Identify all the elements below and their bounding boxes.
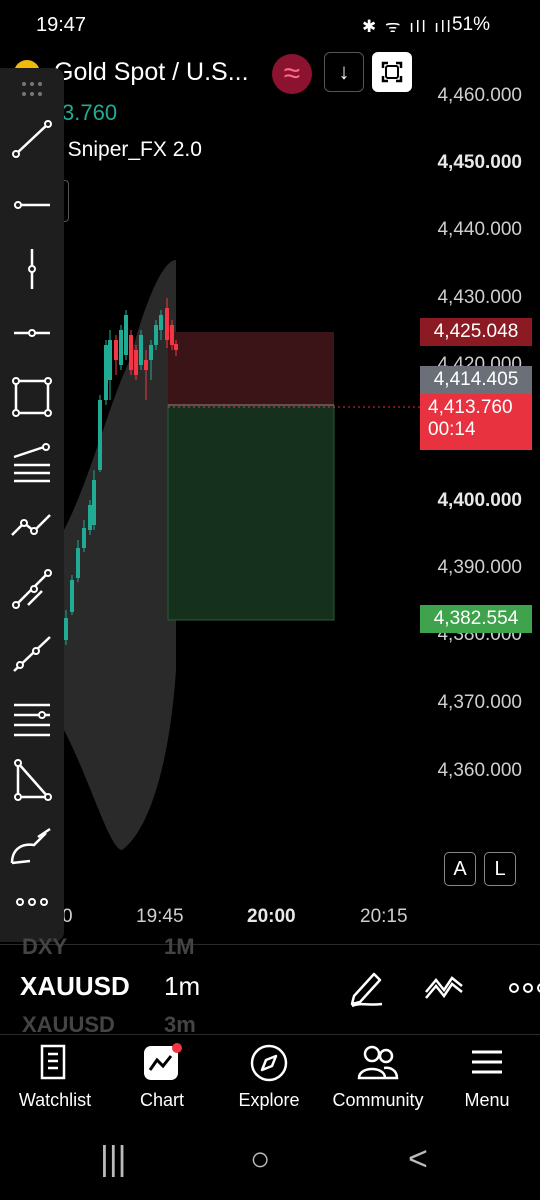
hamburger-icon	[472, 1050, 502, 1074]
candle-body	[114, 340, 118, 360]
candle-body	[129, 335, 133, 370]
more-icon[interactable]	[504, 974, 540, 1002]
candle-body	[64, 618, 68, 640]
chart-icon	[144, 1043, 182, 1080]
price-label: 4,460.000	[437, 85, 522, 106]
triangle-icon[interactable]	[8, 757, 56, 805]
log-scale-button[interactable]: L	[484, 852, 516, 886]
risk-zone	[168, 332, 334, 405]
fullscreen-button[interactable]	[372, 52, 412, 92]
people-icon	[357, 1045, 399, 1080]
fib-icon[interactable]	[8, 565, 56, 613]
take-profit-badge[interactable]: 4,382.554	[420, 605, 532, 633]
nav-menu-label: Menu	[464, 1090, 510, 1110]
candle-body	[149, 345, 153, 360]
ray-icon[interactable]	[8, 629, 56, 677]
price-label: 4,430.000	[437, 287, 522, 308]
nav-explore-label: Explore	[238, 1090, 300, 1110]
indicators-icon[interactable]	[422, 966, 466, 1008]
download-button[interactable]: ↓	[324, 52, 364, 92]
candle-body	[76, 548, 80, 578]
status-time: 19:47	[36, 14, 87, 36]
price-label: 4,370.000	[437, 692, 522, 713]
candle-body	[119, 330, 123, 365]
nav-community-label: Community	[332, 1090, 424, 1110]
more-tools-icon[interactable]	[8, 888, 56, 918]
vertical-line-icon[interactable]	[8, 245, 56, 293]
entry-price-badge[interactable]: 4,414.405	[420, 366, 532, 394]
candle-body	[154, 325, 158, 345]
trend-line-icon[interactable]	[8, 116, 56, 164]
current-symbol[interactable]: XAUUSD	[20, 971, 130, 1002]
candle-body	[174, 344, 178, 350]
candle-body	[170, 325, 174, 345]
candle-body	[98, 400, 102, 470]
candle-body	[144, 360, 148, 370]
wave-button[interactable]: ≈	[272, 54, 312, 94]
candle-body	[124, 315, 128, 355]
candle-body	[134, 350, 138, 375]
horizontal-line-icon[interactable]	[8, 309, 56, 357]
price-label: 4,440.000	[437, 219, 522, 240]
candle-body	[88, 505, 92, 530]
current-interval[interactable]: 1m	[164, 971, 200, 1002]
time-label: 20:00	[247, 906, 296, 927]
reward-zone	[167, 404, 335, 621]
drawing-toolbar	[0, 68, 64, 942]
candle-body	[70, 580, 74, 612]
price-label: 4,450.000	[437, 152, 522, 173]
list-icon	[40, 1044, 66, 1080]
candle-body	[104, 345, 108, 400]
back-button[interactable]: <	[408, 1140, 428, 1179]
symbol-title[interactable]: Gold Spot / U.S...	[54, 58, 249, 87]
last-price-badge: 4,413.760 00:14	[420, 394, 532, 450]
battery-level: 51%	[451, 14, 490, 35]
last-price-value: 4,413.760	[428, 397, 513, 418]
ghost-symbol[interactable]: DXY	[22, 934, 67, 960]
price-label: 4,390.000	[437, 557, 522, 578]
ghost-interval[interactable]: 1M	[164, 934, 195, 960]
horizontal-lines-icon[interactable]	[8, 693, 56, 741]
rectangle-icon[interactable]	[8, 373, 56, 421]
price-label: 4,400.000	[437, 490, 522, 511]
status-icons: ✱ ᯤ ıll ıll	[362, 17, 453, 36]
symbol-price: 3.760	[62, 100, 118, 125]
fullscreen-icon	[381, 61, 403, 83]
time-label: 19:45	[136, 906, 184, 927]
bar-countdown: 00:14	[428, 419, 476, 440]
home-button[interactable]: ○	[250, 1140, 271, 1179]
candle-body	[165, 308, 169, 340]
auto-scale-button[interactable]: A	[444, 852, 476, 886]
candle-body	[108, 340, 112, 380]
nav-watchlist-label: Watchlist	[18, 1090, 92, 1110]
horizontal-ray-icon[interactable]	[8, 181, 56, 229]
candle-body	[82, 528, 86, 548]
price-label: 4,360.000	[437, 760, 522, 781]
candle-body	[92, 480, 96, 525]
candle-body	[139, 335, 143, 365]
parallel-channel-icon[interactable]	[8, 437, 56, 485]
compass-icon	[250, 1044, 288, 1082]
pencil-icon[interactable]	[346, 966, 388, 1008]
nav-chart-label: Chart	[139, 1090, 184, 1110]
recents-button[interactable]: |||	[100, 1140, 127, 1179]
candle-body	[159, 315, 163, 330]
indicator-name[interactable]: ] Sniper_FX 2.0	[56, 138, 202, 162]
time-label: 20:15	[360, 906, 408, 927]
stop-loss-badge[interactable]: 4,425.048	[420, 318, 532, 346]
brush-icon[interactable]	[8, 821, 56, 869]
path-icon[interactable]	[8, 501, 56, 549]
drag-handle-icon[interactable]	[8, 74, 56, 104]
